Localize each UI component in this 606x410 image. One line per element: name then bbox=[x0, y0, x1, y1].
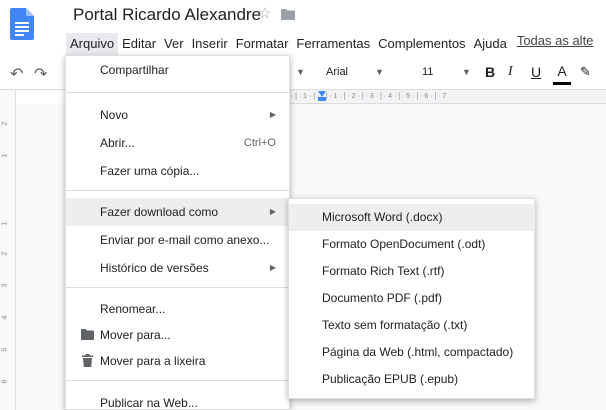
bold-button[interactable]: B bbox=[485, 64, 495, 80]
download-docx[interactable]: Microsoft Word (.docx) bbox=[289, 204, 535, 231]
menu-complementos[interactable]: Complementos bbox=[374, 33, 469, 55]
submenu-item-label: Documento PDF (.pdf) bbox=[322, 291, 443, 305]
menu-item-label: Novo bbox=[100, 108, 129, 122]
underline-button[interactable]: U bbox=[531, 64, 541, 80]
menu-formatar[interactable]: Formatar bbox=[232, 33, 293, 55]
menu-editar[interactable]: Editar bbox=[118, 33, 160, 55]
submenu-item-label: Texto sem formatação (.txt) bbox=[322, 318, 468, 332]
menu-item-abrir[interactable]: Abrir... Ctrl+O bbox=[66, 129, 290, 157]
menu-item-renomear[interactable]: Renomear... bbox=[66, 295, 290, 323]
vruler-number: 4 bbox=[1, 315, 9, 320]
vruler-number: 1 bbox=[1, 153, 9, 158]
submenu-item-label: Página da Web (.html, compactado) bbox=[322, 345, 514, 359]
redo-icon[interactable]: ↷ bbox=[34, 64, 47, 84]
horizontal-ruler[interactable]: 2 · | · 1 · | · · | · 1 · | · 2 · | · 3 … bbox=[285, 90, 606, 104]
submenu-item-label: Publicação EPUB (.epub) bbox=[322, 372, 459, 386]
menu-item-label: Renomear... bbox=[100, 302, 166, 316]
menu-item-compartilhar[interactable]: Compartilhar bbox=[66, 56, 290, 84]
menu-item-mover-lixeira[interactable]: Mover para a lixeira bbox=[66, 347, 290, 375]
file-menu: Compartilhar Novo ▶ Abrir... Ctrl+O Faze… bbox=[65, 55, 290, 410]
menu-item-enviar-email[interactable]: Enviar por e-mail como anexo... bbox=[66, 226, 290, 254]
menu-item-label: Mover para... bbox=[100, 328, 171, 342]
highlight-pen-icon[interactable]: ✎ bbox=[580, 64, 591, 80]
google-docs-logo-icon[interactable] bbox=[10, 8, 34, 40]
menu-ver[interactable]: Ver bbox=[160, 33, 188, 55]
menu-item-label: Fazer download como bbox=[100, 205, 219, 219]
menu-item-fazer-copia[interactable]: Fazer uma cópia... bbox=[66, 157, 290, 185]
vruler-number: 2 bbox=[1, 251, 9, 256]
download-odt[interactable]: Formato OpenDocument (.odt) bbox=[289, 231, 535, 258]
download-epub[interactable]: Publicação EPUB (.epub) bbox=[289, 366, 535, 393]
italic-button[interactable]: I bbox=[508, 64, 513, 80]
text-color-button[interactable]: A bbox=[554, 63, 570, 79]
app-header: Portal Ricardo Alexandre ☆ Arquivo Edita… bbox=[0, 0, 606, 56]
menu-arquivo[interactable]: Arquivo bbox=[66, 33, 119, 55]
vruler-number: 6 bbox=[1, 379, 9, 384]
submenu-arrow-icon: ▶ bbox=[269, 110, 276, 119]
trash-icon bbox=[82, 354, 93, 367]
submenu-item-label: Microsoft Word (.docx) bbox=[322, 210, 443, 224]
menu-divider bbox=[66, 92, 290, 93]
ruler-numbers: 2 · | · 1 · | · · | · 1 · | · 2 · | · 3 … bbox=[285, 93, 447, 100]
submenu-arrow-icon: ▶ bbox=[269, 263, 276, 272]
font-size-dropdown-arrow-icon[interactable]: ▼ bbox=[462, 67, 471, 77]
menu-item-mover-para[interactable]: Mover para... bbox=[66, 321, 290, 349]
font-size-selector[interactable]: 11 bbox=[422, 66, 433, 78]
menu-item-novo[interactable]: Novo ▶ bbox=[66, 101, 290, 129]
menu-item-label: Enviar por e-mail como anexo... bbox=[100, 233, 270, 247]
folder-icon[interactable] bbox=[281, 9, 295, 20]
menu-divider bbox=[66, 190, 290, 191]
menu-item-label: Publicar na Web... bbox=[100, 396, 198, 410]
menu-bar: Arquivo Editar Ver Inserir Formatar Ferr… bbox=[66, 33, 593, 55]
vertical-ruler[interactable]: 2 1 1 2 3 4 5 6 bbox=[0, 90, 16, 410]
folder-icon bbox=[81, 329, 94, 340]
menu-item-label: Fazer uma cópia... bbox=[100, 164, 200, 178]
font-selector[interactable]: Arial bbox=[326, 66, 348, 78]
download-pdf[interactable]: Documento PDF (.pdf) bbox=[289, 285, 535, 312]
menu-ajuda[interactable]: Ajuda bbox=[470, 33, 511, 55]
last-edit-link[interactable]: Todas as alte bbox=[517, 33, 594, 55]
menu-divider bbox=[66, 380, 290, 381]
vruler-number: 3 bbox=[1, 283, 9, 288]
style-dropdown-arrow-icon[interactable]: ▼ bbox=[296, 67, 305, 77]
menu-ferramentas[interactable]: Ferramentas bbox=[292, 33, 374, 55]
menu-item-label: Abrir... bbox=[100, 136, 135, 150]
menu-item-publicar-web[interactable]: Publicar na Web... bbox=[66, 389, 290, 410]
submenu-arrow-icon: ▶ bbox=[269, 207, 276, 216]
menu-item-label: Mover para a lixeira bbox=[100, 354, 206, 368]
submenu-item-label: Formato OpenDocument (.odt) bbox=[322, 237, 486, 251]
left-indent-marker-icon[interactable] bbox=[318, 97, 326, 101]
download-rtf[interactable]: Formato Rich Text (.rtf) bbox=[289, 258, 535, 285]
download-submenu: Microsoft Word (.docx) Formato OpenDocum… bbox=[288, 198, 535, 399]
menu-item-historico[interactable]: Histórico de versões ▶ bbox=[66, 254, 290, 282]
vruler-number: 2 bbox=[1, 121, 9, 126]
document-title[interactable]: Portal Ricardo Alexandre bbox=[73, 5, 261, 25]
vruler-number: 5 bbox=[1, 347, 9, 352]
menu-item-label: Histórico de versões bbox=[100, 261, 209, 275]
font-dropdown-arrow-icon[interactable]: ▼ bbox=[375, 67, 384, 77]
menu-divider bbox=[66, 287, 290, 288]
submenu-item-label: Formato Rich Text (.rtf) bbox=[322, 264, 445, 278]
download-txt[interactable]: Texto sem formatação (.txt) bbox=[289, 312, 535, 339]
vruler-number: 1 bbox=[1, 221, 9, 226]
menu-item-label: Compartilhar bbox=[100, 63, 169, 77]
star-icon[interactable]: ☆ bbox=[258, 6, 271, 22]
menu-inserir[interactable]: Inserir bbox=[188, 33, 232, 55]
undo-icon[interactable]: ↶ bbox=[10, 64, 23, 84]
download-html[interactable]: Página da Web (.html, compactado) bbox=[289, 339, 535, 366]
shortcut-label: Ctrl+O bbox=[243, 137, 276, 149]
menu-item-fazer-download[interactable]: Fazer download como ▶ bbox=[66, 198, 290, 226]
text-color-indicator bbox=[553, 82, 571, 85]
